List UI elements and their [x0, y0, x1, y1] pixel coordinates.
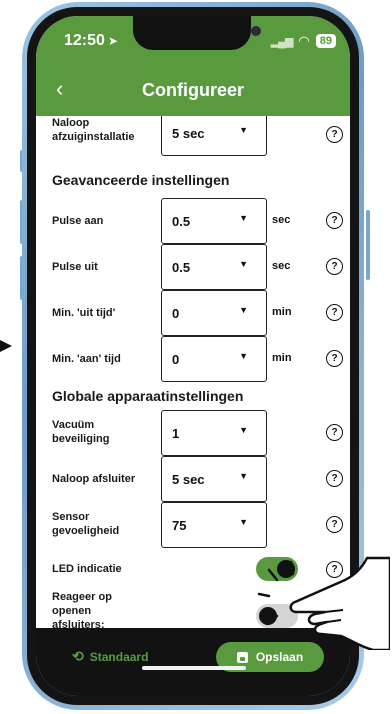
pulse-uit-select[interactable]: 0.5 ▼ [161, 244, 267, 290]
setting-label: Vacuüm beveiliging [52, 419, 110, 445]
sensor-select[interactable]: 75 ▼ [161, 502, 267, 548]
save-button-label: Opslaan [255, 650, 304, 664]
setting-row-naloop-afzuig: Naloop afzuiginstallatie 5 sec ▼ ? [36, 116, 350, 160]
save-icon [236, 651, 248, 663]
setting-label: Pulse uit [52, 261, 98, 273]
status-bar: 12:50 ➤ ▂▄▆ ◠ 89 [36, 16, 350, 68]
setting-row-naloop-afsluiter: Naloop afsluiter 5 sec ▼ ? [36, 456, 350, 502]
select-value: 5 sec [172, 472, 205, 487]
naloop-afsluiter-select[interactable]: 5 sec ▼ [161, 456, 267, 502]
help-icon[interactable]: ? [326, 212, 343, 229]
location-arrow-icon: ➤ [108, 34, 119, 48]
standard-button-label: Standaard [89, 649, 149, 664]
help-icon[interactable]: ? [326, 126, 343, 143]
setting-row-pulse-aan: Pulse aan 0.5 ▼ sec ? [36, 198, 350, 244]
caret-down-icon: ▼ [239, 425, 248, 435]
unit-label: min [272, 306, 292, 318]
caret-down-icon: ▼ [239, 213, 248, 223]
select-value: 0 [172, 306, 180, 321]
phone-side-button [366, 210, 370, 280]
setting-label: Reageer op openen afsluiters: [52, 591, 112, 628]
reset-icon: ⟲ [72, 648, 84, 664]
help-icon[interactable]: ? [326, 424, 343, 441]
help-icon[interactable]: ? [326, 516, 343, 533]
select-value: 1 [172, 426, 180, 441]
camera-notch [133, 16, 261, 50]
caret-down-icon: ▼ [239, 517, 248, 527]
setting-label: Min. 'aan' tijd [52, 353, 121, 365]
select-value: 0 [172, 352, 180, 367]
home-indicator [142, 666, 246, 670]
help-icon[interactable]: ? [326, 470, 343, 487]
battery-badge: 89 [315, 34, 336, 48]
unit-label: sec [272, 214, 291, 226]
wifi-icon: ◠ [298, 33, 310, 48]
setting-row-vacuum: Vacuüm beveiliging 1 ▼ ? [36, 410, 350, 456]
standard-button[interactable]: ⟲ Standaard [72, 648, 148, 665]
page-title: Configureer [141, 80, 244, 100]
caret-down-icon: ▼ [239, 125, 248, 135]
camera-icon [251, 26, 261, 36]
setting-row-min-aan: Min. 'aan' tijd 0 ▼ min ? [36, 336, 350, 382]
section-title-global: Globale apparaatinstellingen [52, 388, 244, 404]
help-icon[interactable]: ? [326, 304, 343, 321]
help-icon[interactable]: ? [326, 258, 343, 275]
setting-label: Pulse aan [52, 215, 104, 227]
status-icons: ▂▄▆ ◠ 89 [271, 33, 336, 49]
unit-label: sec [272, 260, 291, 272]
section-title-advanced: Geavanceerde instellingen [52, 172, 230, 188]
vacuum-select[interactable]: 1 ▼ [161, 410, 267, 456]
naloop-afzuig-select[interactable]: 5 sec ▼ [161, 116, 267, 156]
setting-label: Naloop afzuiginstallatie [52, 117, 135, 143]
setting-row-sensor: Sensor gevoeligheid 75 ▼ ? [36, 502, 350, 548]
select-value: 75 [172, 518, 187, 533]
caret-down-icon: ▼ [239, 305, 248, 315]
setting-label: Min. 'uit tijd' [52, 307, 116, 319]
help-icon[interactable]: ? [326, 350, 343, 367]
select-value: 0.5 [172, 214, 191, 229]
setting-label: LED indicatie [52, 563, 122, 575]
signal-icon: ▂▄▆ [270, 35, 294, 48]
pointer-arrow-icon [0, 340, 12, 352]
select-value: 0.5 [172, 260, 191, 275]
select-value: 5 sec [172, 126, 205, 141]
setting-row-pulse-uit: Pulse uit 0.5 ▼ sec ? [36, 244, 350, 290]
min-aan-select[interactable]: 0 ▼ [161, 336, 267, 382]
unit-label: min [272, 352, 292, 364]
min-uit-select[interactable]: 0 ▼ [161, 290, 267, 336]
app-bar: ‹ Configureer [36, 68, 350, 116]
caret-down-icon: ▼ [239, 471, 248, 481]
caret-down-icon: ▼ [239, 351, 248, 361]
caret-down-icon: ▼ [239, 259, 248, 269]
setting-row-min-uit: Min. 'uit tijd' 0 ▼ min ? [36, 290, 350, 336]
hand-pointer-icon [257, 556, 390, 650]
status-time: 12:50 [64, 32, 105, 49]
setting-label: Naloop afsluiter [52, 473, 136, 485]
setting-label: Sensor gevoeligheid [52, 511, 120, 537]
pulse-aan-select[interactable]: 0.5 ▼ [161, 198, 267, 244]
